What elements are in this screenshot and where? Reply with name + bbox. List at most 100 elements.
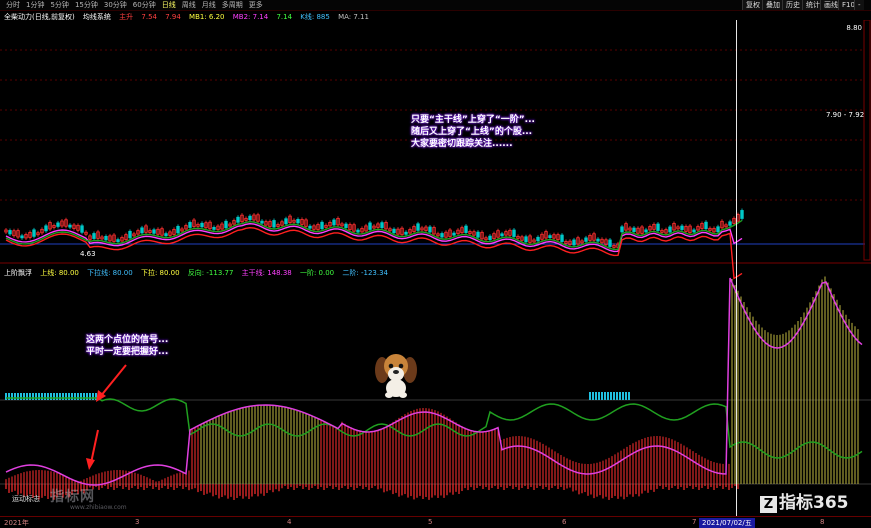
- mark-button[interactable]: -: [854, 0, 864, 10]
- candle-body: [560, 234, 564, 242]
- tab-timeframe[interactable]: 周线: [182, 0, 196, 10]
- candle-body: [356, 229, 360, 233]
- candle-body: [464, 225, 468, 233]
- arrow-upper: [99, 364, 127, 398]
- candle-body: [620, 226, 624, 233]
- candle-body: [584, 237, 588, 242]
- sub-value: 二阶: -123.34: [342, 269, 388, 277]
- note-line: 大家要密切跟踪关注......: [411, 139, 513, 149]
- tab-timeframe[interactable]: 5分钟: [50, 0, 68, 10]
- candle-body: [152, 229, 156, 234]
- candle-body: [188, 222, 192, 228]
- date-axis: 2021年 3 4 5 6 7 8 2021/07/02/五: [0, 516, 871, 528]
- sub-value: 上线: 80.00: [40, 269, 79, 277]
- arrow-lower-head: [86, 458, 95, 470]
- sub-indicator-info: 上阶飘浮 上线: 80.00 下拉线: 80.00 下拉: 80.00 反向: …: [4, 268, 394, 278]
- sub-value: 下拉线: 80.00: [87, 269, 133, 277]
- crosshair-line: [736, 20, 737, 516]
- tab-timeframe[interactable]: 15分钟: [75, 0, 98, 10]
- timeframe-toolbar: 分时 1分钟 5分钟 15分钟 30分钟 60分钟 日线 周线 月线 多周期 更…: [0, 0, 871, 11]
- overlay-button[interactable]: 叠加: [762, 0, 783, 10]
- candle-body: [536, 236, 540, 242]
- candle-body: [716, 226, 720, 233]
- tab-timeframe[interactable]: 1分钟: [26, 0, 44, 10]
- candle-body: [572, 239, 576, 246]
- note-line: 只要“主干线”上穿了“一阶”...: [411, 115, 535, 125]
- candle-body: [476, 231, 480, 238]
- rotate-label: 运动标志: [12, 495, 40, 503]
- sub-indicator-chart: [5, 276, 863, 500]
- date-tick: 6: [562, 518, 567, 526]
- candle-body: [224, 220, 228, 229]
- candle-body: [704, 221, 708, 230]
- sub-title[interactable]: 上阶飘浮: [4, 269, 32, 277]
- candle-body: [236, 216, 240, 223]
- watermark-logo-right: Z 指标365: [760, 488, 849, 513]
- date-tick: 4: [287, 518, 292, 526]
- note-line: 这两个点位的信号...: [86, 335, 169, 345]
- date-tick: 5: [428, 518, 433, 526]
- tab-timeframe[interactable]: 月线: [202, 0, 216, 10]
- watermark-url: www.zhibiaow.com: [70, 504, 127, 511]
- right-axis: [863, 20, 871, 261]
- tab-timeframe[interactable]: 60分钟: [133, 0, 156, 10]
- candle-body: [548, 235, 552, 239]
- candle-body: [728, 221, 732, 226]
- candle-body: [248, 215, 252, 221]
- candle-body: [344, 223, 348, 228]
- candle-body: [20, 235, 24, 239]
- candle-body: [440, 233, 444, 238]
- candle-body: [740, 210, 744, 219]
- tab-timeframe[interactable]: 分时: [6, 0, 20, 10]
- candle-body: [368, 222, 372, 230]
- main-trunk-line: [5, 277, 863, 486]
- history-button[interactable]: 历史: [782, 0, 803, 10]
- candle-body: [656, 223, 660, 231]
- candle-body: [200, 222, 204, 228]
- watermark-logo-left: 指标网: [50, 489, 95, 505]
- sub-value: 主干线: 148.38: [241, 269, 292, 277]
- candle-body: [80, 225, 84, 233]
- candle-body: [416, 223, 420, 231]
- annotation-note-bottom: 这两个点位的信号... 平时一定要把握好...: [86, 334, 168, 358]
- tab-timeframe[interactable]: 多周期: [222, 0, 243, 10]
- candle-body: [644, 229, 648, 233]
- z-logo-icon: Z: [760, 496, 777, 513]
- sub-value: 下拉: 80.00: [140, 269, 180, 277]
- price-high-label: 8.80: [846, 24, 862, 32]
- note-line: 随后又上穿了“上线”的个股...: [411, 127, 533, 137]
- candle-body: [500, 233, 504, 237]
- restore-rights-button[interactable]: 复权: [742, 0, 763, 10]
- candle-body: [668, 226, 672, 233]
- candle-body: [272, 220, 276, 228]
- candle-body: [608, 239, 612, 247]
- candle-body: [488, 235, 492, 241]
- candle-body: [32, 229, 36, 237]
- candle-body: [320, 221, 324, 230]
- date-tick: 7: [692, 518, 697, 526]
- candle-body: [104, 235, 108, 241]
- candle-body: [692, 229, 696, 233]
- candle-body: [128, 230, 132, 239]
- tab-timeframe-daily[interactable]: 日线: [162, 0, 176, 10]
- candle-body: [452, 232, 456, 236]
- candle-body: [404, 231, 408, 235]
- candle-body: [596, 238, 600, 242]
- candle-body: [332, 219, 336, 226]
- candle-body: [680, 225, 684, 230]
- tab-timeframe[interactable]: 更多: [249, 0, 263, 10]
- candle-body: [44, 225, 48, 232]
- arrow-lower: [90, 429, 99, 464]
- candle-body: [308, 225, 312, 229]
- candle-body: [212, 227, 216, 230]
- candle-body: [284, 218, 288, 225]
- tab-timeframe[interactable]: 30分钟: [104, 0, 127, 10]
- candle-body: [8, 230, 12, 235]
- note-line: 平时一定要把握好...: [86, 347, 169, 357]
- candle-body: [512, 229, 516, 237]
- annotation-note-top: 只要“主干线”上穿了“一阶”... 随后又上穿了“上线”的个股... 大家要密切…: [411, 114, 535, 150]
- candle-body: [260, 220, 264, 224]
- candle-body: [392, 228, 396, 234]
- price-mid-label: 7.90 - 7.92: [826, 111, 865, 119]
- candle-body: [296, 218, 300, 224]
